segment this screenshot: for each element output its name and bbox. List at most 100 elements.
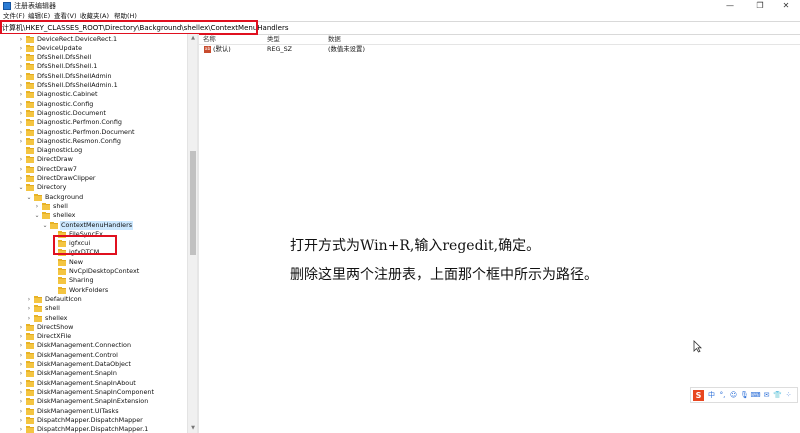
- tree-item[interactable]: › DirectDrawClipper: [0, 174, 187, 183]
- tree-item[interactable]: › Diagnostic.Resmon.Config: [0, 137, 187, 146]
- expand-chevron-icon[interactable]: ›: [18, 165, 24, 174]
- tree-item[interactable]: › shell: [0, 304, 187, 313]
- tree-item[interactable]: › DiskManagement.SnapInComponent: [0, 388, 187, 397]
- tree-item[interactable]: › DirectShow: [0, 323, 187, 332]
- expand-chevron-icon[interactable]: ›: [18, 397, 24, 406]
- ime-mail-icon[interactable]: ✉: [761, 390, 772, 401]
- expand-chevron-icon[interactable]: ›: [18, 62, 24, 71]
- expand-chevron-icon[interactable]: ›: [18, 128, 24, 137]
- tree-item[interactable]: ⌄ Directory: [0, 183, 187, 192]
- expand-chevron-icon[interactable]: ›: [18, 109, 24, 118]
- sogou-logo-icon[interactable]: S: [693, 390, 704, 401]
- tree-item[interactable]: › DiskManagement.SnapIn: [0, 369, 187, 378]
- tree-item-label: DirectXFile: [37, 332, 72, 341]
- expand-chevron-icon[interactable]: ›: [18, 118, 24, 127]
- tree-item[interactable]: › DiskManagement.SnapInAbout: [0, 379, 187, 388]
- ime-skin-icon[interactable]: 👕: [772, 390, 783, 401]
- expand-chevron-icon[interactable]: ⌄: [26, 193, 32, 202]
- ime-lang-icon[interactable]: 中: [706, 390, 717, 401]
- tree-item[interactable]: › Diagnostic.Cabinet: [0, 90, 187, 99]
- expand-chevron-icon[interactable]: ›: [18, 425, 24, 433]
- tree-item[interactable]: › DeviceRect.DeviceRect.1: [0, 35, 187, 44]
- expand-chevron-icon[interactable]: ›: [26, 304, 32, 313]
- expand-chevron-icon[interactable]: ›: [34, 202, 40, 211]
- tree-item[interactable]: › DfsShell.DfsShell.1: [0, 62, 187, 71]
- expand-chevron-icon[interactable]: ›: [18, 323, 24, 332]
- tree-item[interactable]: › shellex: [0, 314, 187, 323]
- tree-item[interactable]: WorkFolders: [0, 286, 187, 295]
- expand-chevron-icon[interactable]: ›: [18, 72, 24, 81]
- tree-item[interactable]: › Diagnostic.Perfmon.Document: [0, 128, 187, 137]
- column-type[interactable]: 类型: [267, 34, 280, 44]
- column-name[interactable]: 名称: [203, 34, 216, 44]
- expand-chevron-icon[interactable]: ›: [18, 388, 24, 397]
- expand-chevron-icon[interactable]: ›: [18, 174, 24, 183]
- tree-item[interactable]: ⌄ ContextMenuHandlers: [0, 220, 187, 230]
- expand-chevron-icon[interactable]: ›: [18, 379, 24, 388]
- ime-toolbar[interactable]: S 中 °, ☺ 🎙 ⌨ ✉ 👕 ⁘: [690, 387, 798, 403]
- expand-chevron-icon[interactable]: ›: [26, 295, 32, 304]
- expand-chevron-icon[interactable]: ⌄: [18, 183, 24, 192]
- expand-chevron-icon[interactable]: ›: [18, 137, 24, 146]
- expand-chevron-icon[interactable]: ›: [18, 100, 24, 109]
- expand-chevron-icon[interactable]: ⌄: [34, 211, 40, 220]
- expand-chevron-icon[interactable]: ›: [18, 407, 24, 416]
- expand-chevron-icon[interactable]: ›: [18, 369, 24, 378]
- tree-item[interactable]: › DfsShell.DfsShellAdmin: [0, 72, 187, 81]
- tree-item[interactable]: › DefaultIcon: [0, 295, 187, 304]
- expand-chevron-icon[interactable]: ⌄: [42, 221, 48, 230]
- tree-item[interactable]: Sharing: [0, 276, 187, 285]
- expand-chevron-icon[interactable]: ›: [18, 35, 24, 44]
- tree-item[interactable]: › Diagnostic.Perfmon.Config: [0, 118, 187, 127]
- expand-chevron-icon[interactable]: ›: [18, 332, 24, 341]
- tree-item[interactable]: › DeviceUpdate: [0, 44, 187, 53]
- tree-item[interactable]: New: [0, 258, 187, 267]
- tree-item[interactable]: › DiskManagement.DataObject: [0, 360, 187, 369]
- expand-chevron-icon[interactable]: ›: [18, 155, 24, 164]
- folder-icon: [26, 175, 34, 182]
- column-data[interactable]: 数据: [328, 34, 341, 44]
- maximize-button[interactable]: ❐: [746, 0, 774, 12]
- tree-item[interactable]: DiagnosticLog: [0, 146, 187, 155]
- tree-item[interactable]: › DiskManagement.SnapInExtension: [0, 397, 187, 406]
- tree-scrollbar[interactable]: ▲ ▼: [187, 34, 197, 433]
- tree-item[interactable]: › DirectDraw: [0, 155, 187, 164]
- tree-item[interactable]: › DirectXFile: [0, 332, 187, 341]
- tree-item[interactable]: › Diagnostic.Document: [0, 109, 187, 118]
- tree-item[interactable]: › DfsShell.DfsShell: [0, 53, 187, 62]
- ime-menu-icon[interactable]: ⁘: [783, 390, 794, 401]
- tree-item[interactable]: › DispatchMapper.DispatchMapper.1: [0, 425, 187, 433]
- expand-chevron-icon[interactable]: ›: [18, 44, 24, 53]
- tree-item[interactable]: › DiskManagement.UITasks: [0, 407, 187, 416]
- ime-keyboard-icon[interactable]: ⌨: [750, 390, 761, 401]
- tree-item[interactable]: › DirectDraw7: [0, 165, 187, 174]
- tree-item[interactable]: › DfsShell.DfsShellAdmin.1: [0, 81, 187, 90]
- tree-item[interactable]: › shell: [0, 202, 187, 211]
- ime-punct-icon[interactable]: °,: [717, 390, 728, 401]
- ime-emoji-icon[interactable]: ☺: [728, 390, 739, 401]
- tree-item[interactable]: NvCplDesktopContext: [0, 267, 187, 276]
- expand-chevron-icon[interactable]: ›: [18, 90, 24, 99]
- table-row[interactable]: ab (默认) REG_SZ (数值未设置): [199, 45, 800, 54]
- tree-item-label: DispatchMapper.DispatchMapper: [37, 415, 143, 424]
- tree-item-label: DiskManagement.Connection: [37, 341, 132, 350]
- expand-chevron-icon[interactable]: ›: [26, 314, 32, 323]
- pane-splitter[interactable]: [197, 34, 199, 433]
- tree-item[interactable]: ⌄ Background: [0, 193, 187, 202]
- expand-chevron-icon[interactable]: ›: [18, 360, 24, 369]
- tree-item[interactable]: › DiskManagement.Connection: [0, 341, 187, 350]
- scroll-thumb[interactable]: [190, 151, 196, 255]
- minimize-button[interactable]: —: [716, 0, 744, 12]
- expand-chevron-icon[interactable]: ›: [18, 53, 24, 62]
- expand-chevron-icon[interactable]: ›: [18, 81, 24, 90]
- expand-chevron-icon[interactable]: ›: [18, 351, 24, 360]
- expand-chevron-icon[interactable]: ›: [18, 341, 24, 350]
- tree-item[interactable]: › DispatchMapper.DispatchMapper: [0, 416, 187, 425]
- registry-tree[interactable]: › DeviceRect.DeviceRect.1 › DeviceUpdate › Df…: [0, 34, 187, 433]
- tree-item[interactable]: ⌄ shellex: [0, 211, 187, 220]
- tree-item[interactable]: › DiskManagement.Control: [0, 351, 187, 360]
- close-button[interactable]: ✕: [772, 0, 800, 12]
- ime-voice-icon[interactable]: 🎙: [739, 390, 750, 401]
- expand-chevron-icon[interactable]: ›: [18, 416, 24, 425]
- tree-item[interactable]: › Diagnostic.Config: [0, 100, 187, 109]
